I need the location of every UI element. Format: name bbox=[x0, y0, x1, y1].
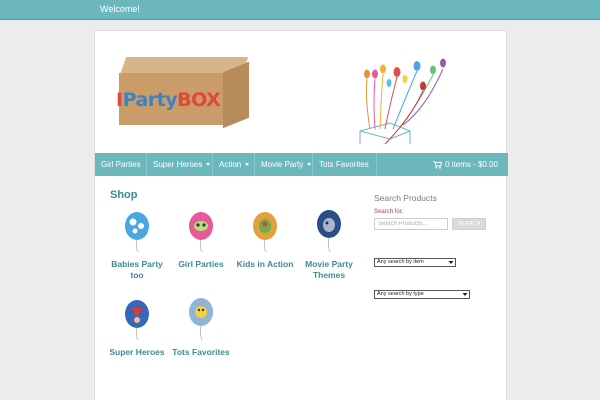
nav-item-movie-party[interactable]: Movie Party bbox=[255, 153, 313, 176]
chevron-down-icon bbox=[323, 186, 327, 190]
nav-item-girl-parties[interactable]: Girl Parties bbox=[95, 153, 147, 190]
chevron-down-icon bbox=[448, 261, 454, 264]
balloon-image bbox=[189, 212, 213, 253]
balloon-image bbox=[317, 210, 341, 253]
top-bar: Welcome! bbox=[0, 0, 600, 20]
main-nav: Girl Parties Super Heroes Action Movie P… bbox=[95, 153, 508, 190]
product-category-babies-party-too[interactable]: Babies Party too bbox=[105, 211, 169, 281]
nav-item-action[interactable]: Action bbox=[213, 153, 255, 176]
cart-summary[interactable]: 0 items - $0.00 bbox=[433, 153, 498, 176]
product-category-label[interactable]: Tots Favorites bbox=[169, 347, 233, 358]
cart-icon bbox=[433, 160, 443, 169]
chevron-down-icon bbox=[206, 163, 211, 167]
search-input[interactable] bbox=[374, 218, 448, 230]
product-category-super-heroes[interactable]: Super Heroes bbox=[105, 299, 169, 358]
product-category-girl-parties[interactable]: Girl Parties bbox=[169, 211, 233, 270]
balloon-image bbox=[125, 300, 149, 341]
header-balloons-illustration bbox=[359, 58, 446, 145]
site-logo[interactable]: IPartyBOX bbox=[115, 57, 255, 133]
product-category-movie-party-themes[interactable]: Movie Party Themes bbox=[297, 209, 361, 281]
nav-item-tots-favorites[interactable]: Tots Favorites bbox=[313, 153, 377, 190]
logo-wordmark: IPartyBOX bbox=[116, 89, 221, 111]
search-button[interactable]: SEARCH bbox=[452, 218, 486, 230]
search-by-type-select[interactable]: Any search by type bbox=[374, 290, 470, 299]
logo-box-side bbox=[223, 61, 249, 129]
chevron-down-icon bbox=[245, 163, 250, 167]
chevron-down-icon bbox=[307, 163, 312, 167]
chevron-down-icon bbox=[462, 293, 468, 296]
balloon-image bbox=[125, 212, 149, 253]
product-category-label[interactable]: Babies Party too bbox=[105, 259, 169, 281]
page-title: Shop bbox=[110, 189, 138, 201]
product-category-label[interactable]: Movie Party Themes bbox=[297, 259, 361, 281]
balloon-image bbox=[189, 298, 213, 341]
product-category-tots-favorites[interactable]: Tots Favorites bbox=[169, 297, 233, 358]
chevron-down-icon bbox=[105, 186, 109, 190]
search-by-item-select[interactable]: Any search by item bbox=[374, 258, 456, 267]
nav-item-super-heroes[interactable]: Super Heroes bbox=[147, 153, 213, 176]
product-category-kids-in-action[interactable]: Kids in Action bbox=[233, 211, 297, 270]
product-category-label[interactable]: Super Heroes bbox=[105, 347, 169, 358]
page-container: IPartyBOX Girl Parties Super Heroes Acti… bbox=[94, 30, 508, 400]
search-for-label: Search for: bbox=[374, 209, 404, 215]
product-category-label[interactable]: Girl Parties bbox=[169, 259, 233, 270]
product-category-label[interactable]: Kids in Action bbox=[233, 259, 297, 270]
welcome-text: Welcome! bbox=[100, 4, 140, 14]
balloon-image bbox=[253, 212, 277, 253]
search-widget-title: Search Products bbox=[374, 193, 437, 203]
